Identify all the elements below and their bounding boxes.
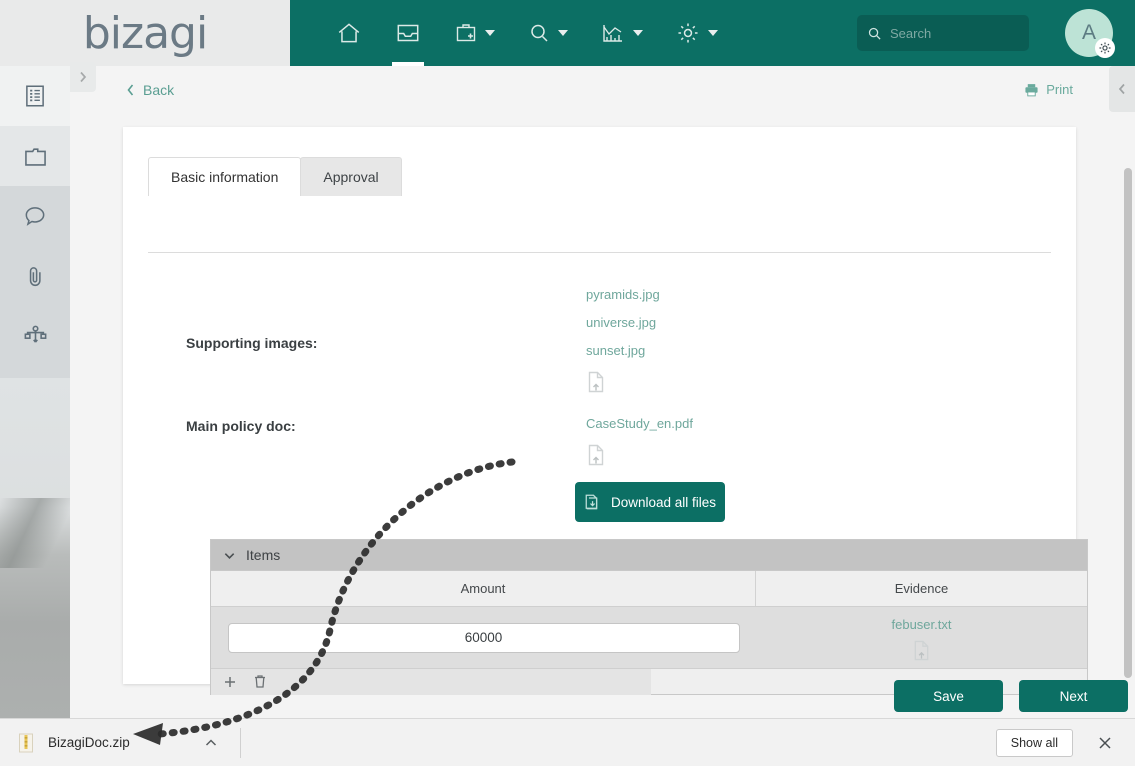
download-files-icon <box>585 494 598 510</box>
tab-basic-information[interactable]: Basic information <box>148 157 302 196</box>
field-value-list: pyramids.jpg universe.jpg sunset.jpg <box>586 281 660 398</box>
paperclip-icon <box>29 267 41 287</box>
print-button[interactable]: Print <box>1024 82 1073 97</box>
tab-label: Approval <box>323 169 379 185</box>
left-sidebar <box>0 66 70 718</box>
magnifier-icon <box>531 24 548 42</box>
zip-file-icon <box>19 733 33 752</box>
gear-icon <box>1099 42 1111 54</box>
column-header-evidence: Evidence <box>894 581 949 596</box>
tab-label: Basic information <box>171 169 279 185</box>
sidebar-item-comments[interactable] <box>0 186 70 246</box>
nav-analytics[interactable] <box>584 0 659 66</box>
file-upload-icon[interactable] <box>912 640 931 661</box>
file-link[interactable]: sunset.jpg <box>586 337 660 365</box>
nav-search[interactable] <box>511 0 584 66</box>
chevron-down-icon <box>708 30 718 36</box>
form-tabs: Basic information Approval <box>148 157 402 196</box>
header-search[interactable] <box>857 15 1029 51</box>
cell-evidence: febuser.txt <box>756 607 1087 668</box>
sidebar-expand-button[interactable] <box>70 62 96 92</box>
panel-collapse-button[interactable] <box>1109 66 1135 112</box>
file-upload-icon[interactable] <box>586 444 606 466</box>
main-nav: A <box>290 0 1135 66</box>
field-label: Main policy doc: <box>186 418 296 434</box>
download-all-files-button[interactable]: Download all files <box>575 482 725 522</box>
sidebar-item-attachments[interactable] <box>0 246 70 306</box>
search-input[interactable] <box>890 25 1010 41</box>
app-window: bizagi Search A Back Print Basic informa… <box>0 0 1135 766</box>
sidebar-item-process[interactable] <box>0 306 70 366</box>
chevron-down-icon <box>558 30 568 36</box>
page-toolbar: Back Print <box>70 66 1135 122</box>
cell-amount <box>211 607 756 668</box>
print-label: Print <box>1046 82 1073 97</box>
process-diagram-icon <box>24 325 46 343</box>
next-button[interactable]: Next <box>1019 680 1128 712</box>
sidebar-item-documents[interactable] <box>0 126 70 186</box>
form-card: Basic information Approval Supporting im… <box>123 127 1088 695</box>
chart-icon <box>603 25 622 42</box>
download-all-files-label: Download all files <box>610 494 717 510</box>
back-label: Back <box>143 82 175 98</box>
file-link[interactable]: febuser.txt <box>892 614 952 636</box>
chevron-down-icon[interactable] <box>223 549 236 562</box>
nav-settings[interactable] <box>659 0 734 66</box>
chevron-up-icon[interactable] <box>204 736 218 750</box>
chevron-down-icon <box>633 30 643 36</box>
chevron-left-icon <box>127 84 134 96</box>
sidebar-background-image <box>0 378 70 718</box>
field-label: Supporting images: <box>186 335 318 351</box>
folder-icon <box>24 147 46 166</box>
home-icon <box>338 23 360 43</box>
items-grid-columns: Amount Evidence <box>211 570 1087 606</box>
items-grid: Items Amount Evidence febuser.txt <box>210 539 1088 695</box>
nav-new-case[interactable] <box>438 0 511 66</box>
download-bar-divider <box>239 727 241 758</box>
chevron-left-icon <box>1118 83 1125 95</box>
field-supporting-images: Supporting images: pyramids.jpg universe… <box>186 281 660 398</box>
table-row: febuser.txt <box>211 606 1087 668</box>
inbox-icon <box>397 24 419 42</box>
file-link[interactable]: pyramids.jpg <box>586 281 660 309</box>
field-value-list: CaseStudy_en.pdf <box>586 410 693 471</box>
file-link[interactable]: universe.jpg <box>586 309 660 337</box>
bizagi-logo: bizagi <box>82 7 208 59</box>
form-icon <box>26 85 44 107</box>
form-footer-actions: Save Next <box>70 680 1128 718</box>
download-item[interactable]: BizagiDoc.zip <box>0 733 218 753</box>
browser-download-bar: BizagiDoc.zip Show all <box>0 718 1135 766</box>
back-button[interactable]: Back <box>125 82 174 98</box>
gear-icon <box>678 23 698 43</box>
sidebar-item-form[interactable] <box>0 66 70 126</box>
chevron-right-icon <box>80 71 87 83</box>
amount-input[interactable] <box>227 622 740 653</box>
printer-icon <box>1025 83 1038 96</box>
items-grid-title: Items <box>246 547 281 563</box>
file-upload-icon[interactable] <box>586 371 606 393</box>
items-grid-header[interactable]: Items <box>211 540 1087 570</box>
download-file-name: BizagiDoc.zip <box>48 735 130 750</box>
top-header: bizagi Search A <box>0 0 1135 66</box>
close-icon[interactable] <box>1097 735 1113 751</box>
main-content: Back Print Basic information Approval Su… <box>70 66 1135 718</box>
main-scrollbar[interactable] <box>1124 168 1132 678</box>
avatar-initial: A <box>1081 21 1096 44</box>
file-link[interactable]: CaseStudy_en.pdf <box>586 410 693 438</box>
column-header-amount: Amount <box>211 571 756 606</box>
save-button[interactable]: Save <box>894 680 1003 712</box>
chevron-down-icon <box>485 30 495 36</box>
show-all-downloads-button[interactable]: Show all <box>995 728 1073 757</box>
avatar-settings-badge[interactable] <box>1095 38 1115 58</box>
logo-pane: bizagi <box>0 0 290 66</box>
briefcase-plus-icon <box>456 24 476 42</box>
field-main-policy-doc: Main policy doc: CaseStudy_en.pdf <box>186 410 693 471</box>
nav-inbox[interactable] <box>378 0 438 66</box>
comment-icon <box>25 207 45 226</box>
search-icon <box>868 27 881 40</box>
nav-home[interactable] <box>320 0 378 66</box>
tab-approval[interactable]: Approval <box>300 157 402 196</box>
